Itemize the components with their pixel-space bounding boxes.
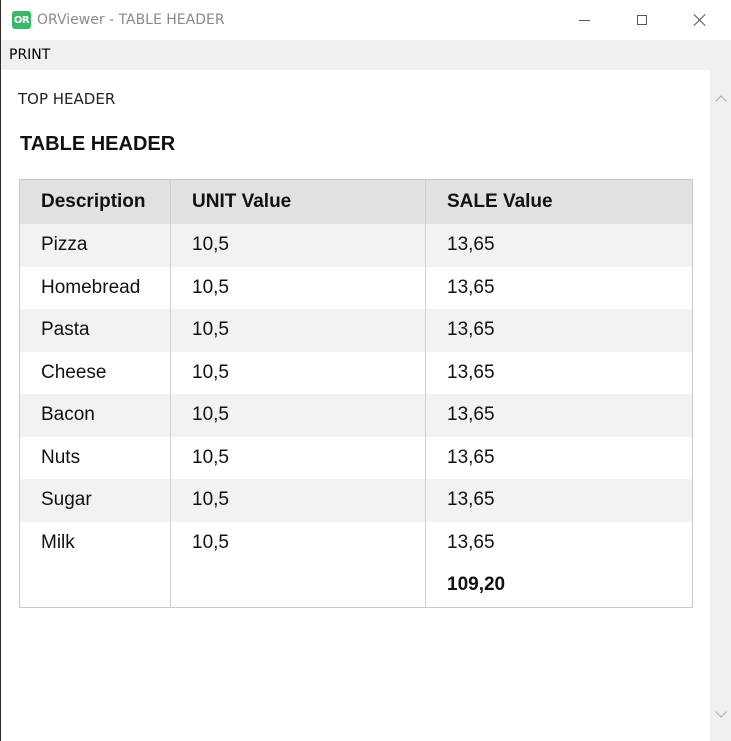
report-viewport: TOP HEADER TABLE HEADER Description UNIT… xyxy=(1,70,710,741)
unit-value-cell: 10,5 xyxy=(171,479,426,522)
maximize-icon xyxy=(637,15,647,25)
top-header: TOP HEADER xyxy=(18,90,116,108)
unit-value-cell: 10,5 xyxy=(171,351,426,394)
menu-bar: PRINT xyxy=(1,40,731,70)
scroll-up-button[interactable] xyxy=(710,88,731,108)
table-title: TABLE HEADER xyxy=(20,133,176,155)
close-icon xyxy=(693,13,707,27)
description-cell: Pasta xyxy=(20,309,171,352)
window-title: ORViewer - TABLE HEADER xyxy=(37,12,225,28)
maximize-button[interactable] xyxy=(613,0,671,40)
description-cell: Homebread xyxy=(20,266,171,309)
table-row: Pizza 10,5 13,65 xyxy=(20,224,692,267)
table-row: Sugar 10,5 13,65 xyxy=(20,479,692,522)
column-header-unit-value: UNIT Value xyxy=(171,180,426,224)
description-cell: Pizza xyxy=(20,224,171,267)
minimize-icon xyxy=(578,19,590,21)
total-row: 109,20 xyxy=(20,564,692,607)
column-header-description: Description xyxy=(20,180,171,224)
sale-value-cell: 13,65 xyxy=(447,531,495,553)
minimize-button[interactable] xyxy=(555,0,613,40)
chevron-down-icon xyxy=(714,705,727,718)
unit-value-cell: 10,5 xyxy=(171,394,426,437)
sale-value-cell: 13,65 xyxy=(447,276,495,298)
total-description-cell xyxy=(20,564,171,607)
app-window: OR ORViewer - TABLE HEADER PRINT TOP HEA… xyxy=(0,0,731,741)
sale-value-cell: 13,65 xyxy=(447,361,495,383)
table-header-row: Description UNIT Value SALE Value xyxy=(20,180,692,224)
sale-value-cell: 13,65 xyxy=(447,319,495,341)
unit-value-cell: 10,5 xyxy=(171,309,426,352)
chevron-up-icon xyxy=(714,94,727,107)
table-row: Nuts 10,5 13,65 xyxy=(20,436,692,479)
column-header-sale-value: SALE Value xyxy=(447,191,553,212)
table-row: Pasta 10,5 13,65 xyxy=(20,309,692,352)
total-unit-cell xyxy=(171,564,426,607)
table-row: Cheese 10,5 13,65 xyxy=(20,351,692,394)
unit-value-cell: 10,5 xyxy=(171,266,426,309)
vertical-scrollbar[interactable] xyxy=(710,70,731,741)
description-cell: Bacon xyxy=(20,394,171,437)
unit-value-cell: 10,5 xyxy=(171,436,426,479)
sale-value-cell: 13,65 xyxy=(447,404,495,426)
description-cell: Nuts xyxy=(20,436,171,479)
close-button[interactable] xyxy=(671,0,729,40)
table-row: Milk 10,5 13,65 xyxy=(20,521,692,564)
unit-value-cell: 10,5 xyxy=(171,521,426,564)
sale-value-cell: 13,65 xyxy=(447,489,495,511)
unit-value-cell: 10,5 xyxy=(171,224,426,267)
scroll-down-button[interactable] xyxy=(710,704,731,724)
sale-value-cell: 13,65 xyxy=(447,234,495,256)
total-sale-value: 109,20 xyxy=(447,574,506,596)
app-icon: OR xyxy=(12,11,31,29)
title-bar[interactable]: OR ORViewer - TABLE HEADER xyxy=(1,0,731,40)
print-menu-item[interactable]: PRINT xyxy=(8,45,51,65)
description-cell: Milk xyxy=(20,521,171,564)
description-cell: Sugar xyxy=(20,479,171,522)
table-row: Bacon 10,5 13,65 xyxy=(20,394,692,437)
sale-value-cell: 13,65 xyxy=(447,446,495,468)
table-row: Homebread 10,5 13,65 xyxy=(20,266,692,309)
report-table: Description UNIT Value SALE Value Pizza … xyxy=(19,179,693,608)
description-cell: Cheese xyxy=(20,351,171,394)
